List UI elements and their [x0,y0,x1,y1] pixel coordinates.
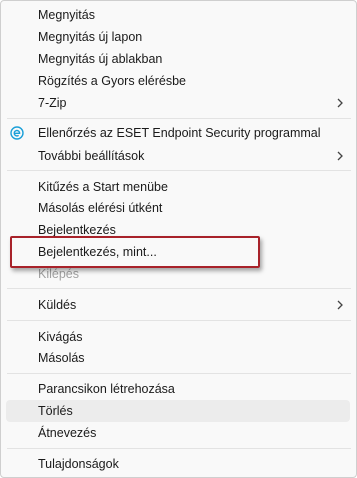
menu-item-open[interactable]: Megnyitás [6,4,350,26]
menu-separator [7,320,351,321]
menu-item-send-to[interactable]: Küldés [6,294,350,316]
menu-item-label: Megnyitás [38,8,95,22]
menu-item-label: Ellenőrzés az ESET Endpoint Security pro… [38,126,321,140]
menu-item-delete[interactable]: Törlés [6,400,350,422]
highlight-callout-box [10,236,260,268]
menu-item-label: Kivágás [38,330,83,344]
menu-item-properties[interactable]: Tulajdonságok [6,453,350,475]
menu-item-label: Küldés [38,298,77,312]
menu-item-label: 7-Zip [38,96,67,110]
menu-item-label: Kitűzés a Start menübe [38,180,168,194]
menu-item-more-options[interactable]: További beállítások [6,145,350,167]
menu-item-eset-scan[interactable]: Ellenőrzés az ESET Endpoint Security pro… [6,122,350,144]
menu-item-label: Törlés [38,404,73,418]
menu-item-label: Másolás [38,351,85,365]
menu-separator [7,448,351,449]
menu-item-label: Másolás elérési útként [38,201,163,215]
menu-item-7zip[interactable]: 7-Zip [6,92,350,114]
menu-item-pin-quick-access[interactable]: Rögzítés a Gyors elérésbe [6,70,350,92]
menu-item-label: Tulajdonságok [38,457,119,471]
menu-item-copy-as-path[interactable]: Másolás elérési útként [6,197,350,219]
menu-item-label: Bejelentkezés [38,223,116,237]
menu-item-copy[interactable]: Másolás [6,347,350,369]
menu-separator [7,118,351,119]
eset-icon [10,126,24,140]
menu-separator [7,373,351,374]
menu-item-pin-start[interactable]: Kitűzés a Start menübe [6,176,350,198]
menu-item-label: Megnyitás új lapon [38,30,143,44]
menu-item-label: Rögzítés a Gyors elérésbe [38,74,186,88]
menu-item-create-shortcut[interactable]: Parancsikon létrehozása [6,378,350,400]
menu-item-rename[interactable]: Átnevezés [6,422,350,444]
menu-item-open-new-window[interactable]: Megnyitás új ablakban [6,48,350,70]
menu-item-open-new-tab[interactable]: Megnyitás új lapon [6,26,350,48]
menu-separator [7,288,351,289]
menu-item-label: Kilépés [38,267,79,281]
menu-separator [7,170,351,171]
menu-item-cut[interactable]: Kivágás [6,326,350,348]
menu-item-label: További beállítások [38,149,145,163]
chevron-right-icon [337,98,343,108]
menu-item-label: Parancsikon létrehozása [38,382,175,396]
chevron-right-icon [337,151,343,161]
chevron-right-icon [337,300,343,310]
context-menu: Megnyitás Megnyitás új lapon Megnyitás ú… [0,0,357,478]
menu-item-label: Átnevezés [38,426,97,440]
menu-item-label: Megnyitás új ablakban [38,52,163,66]
